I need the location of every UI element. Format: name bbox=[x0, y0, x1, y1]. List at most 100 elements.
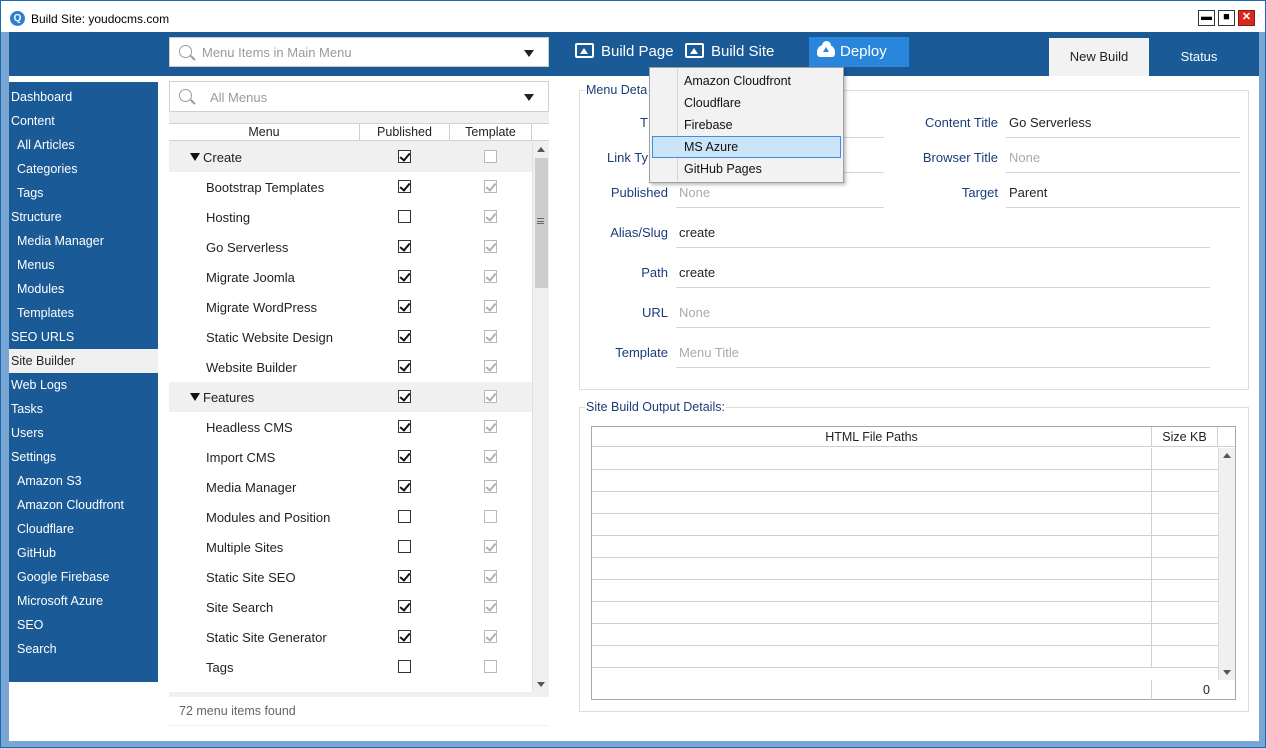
build-site-button[interactable]: Build Site bbox=[685, 37, 774, 67]
menu-row[interactable]: Static Website Design bbox=[169, 322, 532, 352]
sidebar-item-modules[interactable]: Modules bbox=[9, 277, 158, 301]
output-row[interactable] bbox=[592, 470, 1218, 492]
content-title-field[interactable]: Go Serverless bbox=[1009, 115, 1091, 130]
published-checkbox[interactable] bbox=[398, 240, 411, 253]
sidebar-item-tasks[interactable]: Tasks bbox=[9, 397, 158, 421]
menu-group-row[interactable]: Features bbox=[169, 382, 532, 412]
output-row[interactable] bbox=[592, 514, 1218, 536]
published-checkbox[interactable] bbox=[398, 390, 411, 403]
sidebar-item-categories[interactable]: Categories bbox=[9, 157, 158, 181]
published-field[interactable]: None bbox=[679, 185, 710, 200]
menu-row[interactable]: Multiple Sites bbox=[169, 532, 532, 562]
column-header-menu[interactable]: Menu bbox=[169, 124, 360, 141]
menu-item-github-pages[interactable]: GitHub Pages bbox=[652, 158, 841, 180]
sidebar-item-github[interactable]: GitHub bbox=[9, 541, 158, 565]
menu-items-select[interactable]: Menu Items in Main Menu bbox=[169, 37, 549, 67]
sidebar-item-users[interactable]: Users bbox=[9, 421, 158, 445]
tab-status[interactable]: Status bbox=[1149, 38, 1249, 76]
menu-row[interactable]: Tags bbox=[169, 652, 532, 682]
published-checkbox[interactable] bbox=[398, 180, 411, 193]
menu-group-row[interactable]: Create bbox=[169, 142, 532, 172]
tab-new-build[interactable]: New Build bbox=[1049, 38, 1149, 76]
sidebar-item-media-manager[interactable]: Media Manager bbox=[9, 229, 158, 253]
browser-title-field[interactable]: None bbox=[1009, 150, 1040, 165]
published-checkbox[interactable] bbox=[398, 210, 411, 223]
output-row[interactable] bbox=[592, 448, 1218, 470]
url-field[interactable]: None bbox=[679, 305, 710, 320]
sidebar-item-content[interactable]: Content bbox=[9, 109, 158, 133]
sidebar-item-menus[interactable]: Menus bbox=[9, 253, 158, 277]
published-checkbox[interactable] bbox=[398, 150, 411, 163]
published-checkbox[interactable] bbox=[398, 450, 411, 463]
published-checkbox[interactable] bbox=[398, 540, 411, 553]
sidebar-item-amazon-s3[interactable]: Amazon S3 bbox=[9, 469, 158, 493]
sidebar-item-structure[interactable]: Structure bbox=[9, 205, 158, 229]
published-checkbox[interactable] bbox=[398, 270, 411, 283]
published-checkbox[interactable] bbox=[398, 480, 411, 493]
sidebar-item-settings[interactable]: Settings bbox=[9, 445, 158, 469]
build-page-button[interactable]: Build Page bbox=[575, 37, 674, 67]
published-checkbox[interactable] bbox=[398, 360, 411, 373]
sidebar-item-google-firebase[interactable]: Google Firebase bbox=[9, 565, 158, 589]
published-checkbox[interactable] bbox=[398, 660, 411, 673]
sidebar-item-all-articles[interactable]: All Articles bbox=[9, 133, 158, 157]
menu-row[interactable]: Bootstrap Templates bbox=[169, 172, 532, 202]
published-checkbox[interactable] bbox=[398, 600, 411, 613]
output-row[interactable] bbox=[592, 536, 1218, 558]
sidebar-item-dashboard[interactable]: Dashboard bbox=[9, 85, 158, 109]
sidebar-item-site-builder[interactable]: Site Builder bbox=[9, 349, 158, 373]
menu-row[interactable]: Static Site Generator bbox=[169, 622, 532, 652]
output-row[interactable] bbox=[592, 492, 1218, 514]
menu-row[interactable]: Import CMS bbox=[169, 442, 532, 472]
deploy-button[interactable]: Deploy bbox=[809, 37, 909, 67]
menu-item-cloudflare[interactable]: Cloudflare bbox=[652, 92, 841, 114]
sidebar-item-templates[interactable]: Templates bbox=[9, 301, 158, 325]
published-checkbox[interactable] bbox=[398, 300, 411, 313]
column-header-html-paths[interactable]: HTML File Paths bbox=[592, 427, 1152, 447]
expand-triangle-icon[interactable] bbox=[190, 153, 200, 161]
expand-triangle-icon[interactable] bbox=[190, 393, 200, 401]
scroll-down-icon[interactable] bbox=[537, 682, 545, 687]
menu-filter-select[interactable]: All Menus bbox=[169, 81, 549, 112]
menu-row[interactable]: Migrate Joomla bbox=[169, 262, 532, 292]
menu-row[interactable]: Site Search bbox=[169, 592, 532, 622]
column-header-published[interactable]: Published bbox=[360, 124, 450, 141]
output-row[interactable] bbox=[592, 624, 1218, 646]
sidebar-item-amazon-cloudfront[interactable]: Amazon Cloudfront bbox=[9, 493, 158, 517]
published-checkbox[interactable] bbox=[398, 570, 411, 583]
menu-row[interactable]: Static Site SEO bbox=[169, 562, 532, 592]
scroll-up-icon[interactable] bbox=[537, 147, 545, 152]
published-checkbox[interactable] bbox=[398, 510, 411, 523]
sidebar-item-cloudflare[interactable]: Cloudflare bbox=[9, 517, 158, 541]
scroll-up-icon[interactable] bbox=[1223, 453, 1231, 458]
menu-item-ms-azure[interactable]: MS Azure bbox=[652, 136, 841, 158]
output-row[interactable] bbox=[592, 580, 1218, 602]
alias-field[interactable]: create bbox=[679, 225, 715, 240]
menu-row[interactable]: Modules and Position bbox=[169, 502, 532, 532]
sidebar-item-web-logs[interactable]: Web Logs bbox=[9, 373, 158, 397]
menu-row[interactable]: Website Builder bbox=[169, 352, 532, 382]
path-field[interactable]: create bbox=[679, 265, 715, 280]
menu-item-firebase[interactable]: Firebase bbox=[652, 114, 841, 136]
sidebar-item-seo[interactable]: SEO bbox=[9, 613, 158, 637]
close-button[interactable]: ✕ bbox=[1238, 10, 1255, 26]
column-header-template[interactable]: Template bbox=[450, 124, 532, 141]
menu-row[interactable]: Hosting bbox=[169, 202, 532, 232]
column-header-size[interactable]: Size KB bbox=[1152, 427, 1218, 447]
published-checkbox[interactable] bbox=[398, 420, 411, 433]
published-checkbox[interactable] bbox=[398, 330, 411, 343]
menu-grid-scrollbar[interactable] bbox=[532, 142, 549, 692]
maximize-button[interactable]: ■ bbox=[1218, 10, 1235, 26]
output-row[interactable] bbox=[592, 646, 1218, 668]
sidebar-item-seo-urls[interactable]: SEO URLS bbox=[9, 325, 158, 349]
output-row[interactable] bbox=[592, 558, 1218, 580]
sidebar-item-tags[interactable]: Tags bbox=[9, 181, 158, 205]
sidebar-item-search[interactable]: Search bbox=[9, 637, 158, 661]
scroll-down-icon[interactable] bbox=[1223, 670, 1231, 675]
published-checkbox[interactable] bbox=[398, 630, 411, 643]
target-field[interactable]: Parent bbox=[1009, 185, 1047, 200]
template-field[interactable]: Menu Title bbox=[679, 345, 739, 360]
sidebar-item-microsoft-azure[interactable]: Microsoft Azure bbox=[9, 589, 158, 613]
output-scrollbar[interactable] bbox=[1218, 448, 1235, 680]
menu-row[interactable]: Migrate WordPress bbox=[169, 292, 532, 322]
